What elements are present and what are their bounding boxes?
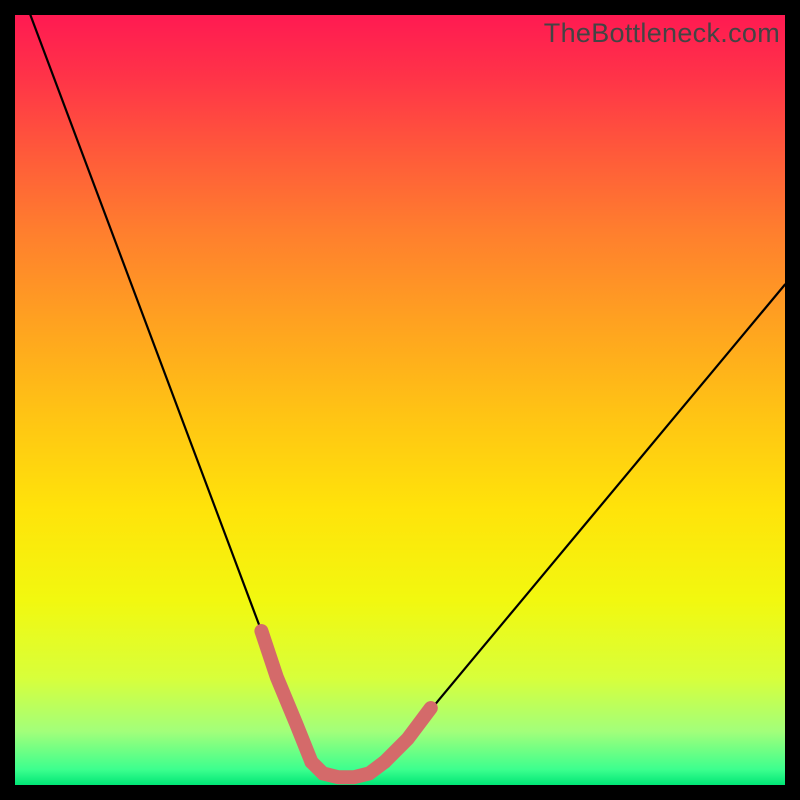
highlight-left-segment (261, 631, 311, 762)
curve-right-branch (385, 285, 785, 762)
curve-overlay (15, 15, 785, 785)
highlight-right-segment (385, 708, 431, 762)
highlight-bottom-segment (311, 762, 384, 777)
